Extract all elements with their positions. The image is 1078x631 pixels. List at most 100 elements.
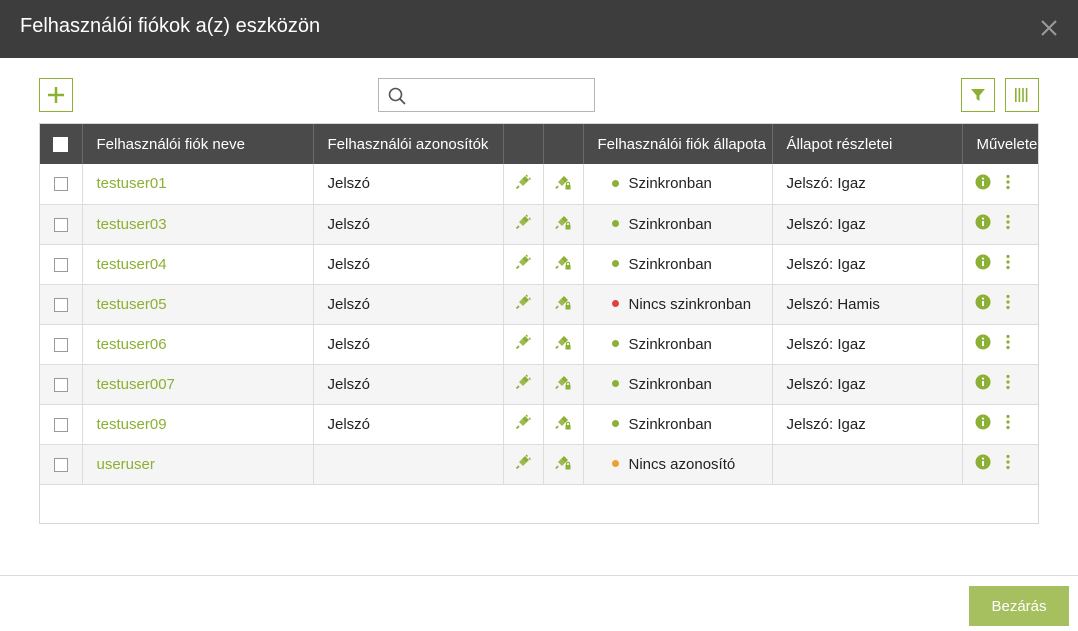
account-name-link[interactable]: testuser09 — [82, 404, 314, 444]
info-icon[interactable] — [975, 294, 991, 314]
row-select-cell — [40, 244, 83, 284]
plug-icon[interactable] — [515, 334, 532, 354]
table-row[interactable]: testuser06 Jelszó Szinkronban Jelszó: Igaz — [40, 324, 1038, 364]
filter-icon — [971, 89, 985, 101]
row-checkbox[interactable] — [53, 177, 68, 192]
row-checkbox[interactable] — [53, 417, 68, 432]
more-vertical-icon[interactable] — [1005, 454, 1011, 474]
status-dot-icon — [611, 220, 619, 228]
connect-locked-cell — [543, 204, 584, 244]
plug-lock-icon[interactable] — [555, 294, 571, 314]
more-vertical-icon[interactable] — [1005, 414, 1011, 434]
row-select-cell — [40, 444, 83, 484]
column-header-status-details[interactable]: Állapot részletei — [772, 124, 963, 164]
plug-lock-icon[interactable] — [555, 174, 571, 194]
table-row[interactable]: testuser09 Jelszó Szinkronban Jelszó: Igaz — [40, 404, 1038, 444]
actions-cell — [962, 164, 1038, 204]
account-name-link[interactable]: testuser04 — [82, 244, 314, 284]
table-row[interactable]: testuser05 Jelszó Nincs szinkronban Jelszó:… — [40, 284, 1038, 324]
connect-locked-cell — [543, 164, 584, 204]
plug-lock-icon[interactable] — [555, 454, 571, 474]
dialog-title: Felhasználói fiókok a(z) eszközön — [20, 15, 321, 37]
table-body: testuser01 Jelszó Szinkronban Jelszó: Igaz t… — [40, 164, 1038, 484]
more-vertical-icon[interactable] — [1005, 334, 1011, 354]
footer-divider — [0, 575, 1078, 576]
status-dot-icon — [611, 460, 619, 468]
plug-lock-icon[interactable] — [555, 374, 571, 394]
close-icon[interactable] — [1038, 17, 1060, 39]
more-vertical-icon[interactable] — [1005, 374, 1011, 394]
account-status-text: Szinkronban — [628, 335, 712, 353]
plug-icon[interactable] — [515, 214, 532, 234]
more-vertical-icon[interactable] — [1005, 294, 1011, 314]
row-checkbox[interactable] — [53, 337, 68, 352]
account-name-link[interactable]: testuser05 — [82, 284, 314, 324]
table-row[interactable]: testuser007 Jelszó Szinkronban Jelszó: Igaz — [40, 364, 1038, 404]
connect-cell — [503, 404, 544, 444]
status-dot-icon — [611, 260, 619, 268]
connect-cell — [503, 164, 544, 204]
column-header-account-status[interactable]: Felhasználói fiók állapota — [583, 124, 773, 164]
plug-lock-icon[interactable] — [555, 254, 571, 274]
info-icon[interactable] — [975, 214, 991, 234]
plug-icon[interactable] — [515, 454, 532, 474]
more-vertical-icon[interactable] — [1005, 214, 1011, 234]
account-status-text: Nincs szinkronban — [628, 295, 752, 313]
search-box[interactable] — [378, 78, 595, 112]
close-button[interactable]: Bezárás — [969, 586, 1069, 626]
table-header-row: Felhasználói fiók neve Felhasználói azon… — [40, 124, 1038, 164]
plug-icon[interactable] — [515, 294, 532, 314]
columns-button[interactable] — [1005, 78, 1039, 112]
search-input[interactable] — [413, 83, 589, 107]
select-all-checkbox[interactable] — [53, 137, 69, 153]
row-select-cell — [40, 284, 83, 324]
row-checkbox[interactable] — [53, 257, 68, 272]
account-status-cell: Szinkronban — [583, 364, 773, 404]
row-checkbox[interactable] — [53, 377, 68, 392]
row-checkbox[interactable] — [53, 297, 68, 312]
account-name-link[interactable]: testuser01 — [82, 164, 314, 204]
info-icon[interactable] — [975, 334, 991, 354]
more-vertical-icon[interactable] — [1005, 254, 1011, 274]
table-row[interactable]: testuser04 Jelszó Szinkronban Jelszó: Igaz — [40, 244, 1038, 284]
plug-icon[interactable] — [515, 254, 532, 274]
row-checkbox[interactable] — [53, 217, 68, 232]
status-details: Jelszó: Igaz — [772, 164, 963, 204]
row-checkbox[interactable] — [53, 457, 68, 472]
info-icon[interactable] — [975, 414, 991, 434]
info-icon[interactable] — [975, 174, 991, 194]
info-icon[interactable] — [975, 374, 991, 394]
plug-icon[interactable] — [515, 374, 532, 394]
row-select-cell — [40, 404, 83, 444]
user-accounts-dialog: Felhasználói fiókok a(z) eszközön Felhas… — [0, 0, 1078, 631]
actions-cell — [962, 324, 1038, 364]
plug-lock-icon[interactable] — [555, 214, 571, 234]
plug-lock-icon[interactable] — [555, 414, 571, 434]
info-icon[interactable] — [975, 454, 991, 474]
account-status-cell: Nincs azonosító — [583, 444, 773, 484]
plug-icon[interactable] — [515, 414, 532, 434]
plug-lock-icon[interactable] — [555, 334, 571, 354]
account-name-link[interactable]: testuser03 — [82, 204, 314, 244]
status-dot-icon — [611, 340, 619, 348]
row-select-cell — [40, 164, 83, 204]
credential-type — [313, 444, 504, 484]
account-name-link[interactable]: useruser — [82, 444, 314, 484]
status-details: Jelszó: Igaz — [772, 364, 963, 404]
table-row[interactable]: testuser01 Jelszó Szinkronban Jelszó: Igaz — [40, 164, 1038, 204]
add-account-button[interactable] — [39, 78, 73, 112]
account-name-link[interactable]: testuser06 — [82, 324, 314, 364]
accounts-table: Felhasználói fiók neve Felhasználói azon… — [39, 123, 1039, 524]
column-header-credentials[interactable]: Felhasználói azonosítók — [313, 124, 504, 164]
table-row[interactable]: testuser03 Jelszó Szinkronban Jelszó: Igaz — [40, 204, 1038, 244]
more-vertical-icon[interactable] — [1005, 174, 1011, 194]
info-icon[interactable] — [975, 254, 991, 274]
table-row[interactable]: useruser Nincs azonosító — [40, 444, 1038, 484]
filter-button[interactable] — [961, 78, 995, 112]
account-status-text: Nincs azonosító — [628, 455, 736, 473]
select-all-cell — [40, 124, 83, 164]
plug-icon[interactable] — [515, 174, 532, 194]
account-name-link[interactable]: testuser007 — [82, 364, 314, 404]
column-header-account-name[interactable]: Felhasználói fiók neve — [82, 124, 314, 164]
status-details — [772, 444, 963, 484]
